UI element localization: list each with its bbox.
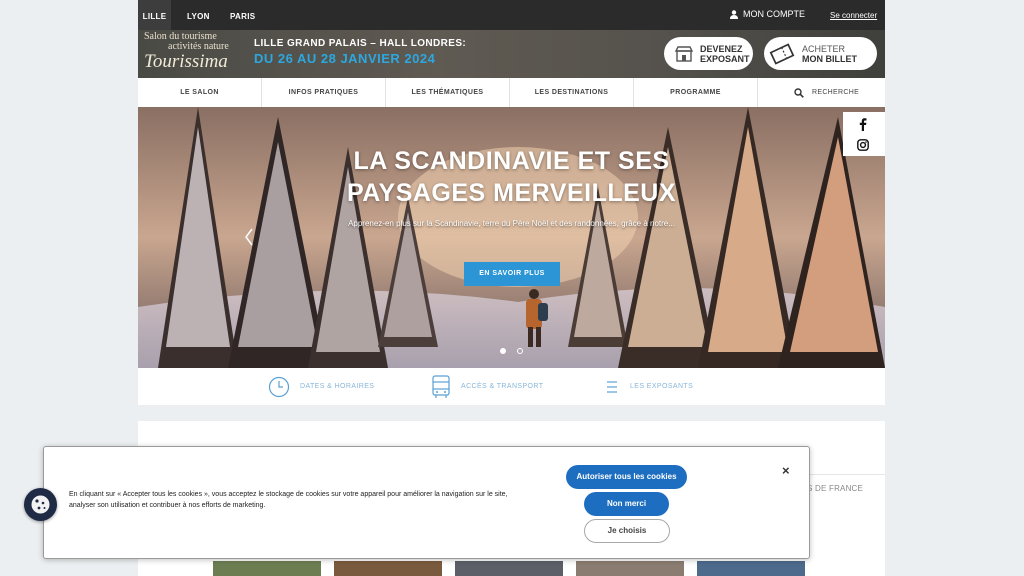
decline-cookies-button[interactable]: Non merci <box>584 492 669 516</box>
destination-thumbnail-1[interactable] <box>213 561 321 576</box>
hero-title: LA SCANDINAVIE ET SES PAYSAGES MERVEILLE… <box>138 145 885 209</box>
logo-brand: Tourissima <box>144 51 228 72</box>
access-transport-link[interactable]: ACCÈS & TRANSPORT <box>431 368 543 405</box>
slide-dot-1[interactable] <box>500 348 506 354</box>
event-venue: LILLE GRAND PALAIS – HALL LONDRES: <box>254 38 467 49</box>
social-links <box>843 112 885 156</box>
store-icon <box>674 45 694 62</box>
exhibitor-line-1: DEVENEZ <box>700 43 743 54</box>
top-bar: LILLE LYON PARIS MON COMPTE Se connecter <box>138 0 885 30</box>
destination-thumbnail-3[interactable] <box>455 561 563 576</box>
main-nav: LE SALON INFOS PRATIQUES LES THÉMATIQUES… <box>138 78 885 108</box>
login-link[interactable]: Se connecter <box>830 11 877 20</box>
city-tab-lille[interactable]: LILLE <box>138 0 171 30</box>
hero-title-line-2: PAYSAGES MERVEILLEUX <box>346 179 677 207</box>
search-icon <box>794 87 804 98</box>
event-dates: DU 26 AU 28 JANVIER 2024 <box>254 51 436 66</box>
nav-infos-pratiques[interactable]: INFOS PRATIQUES <box>262 78 386 107</box>
search-label: RECHERCHE <box>812 89 860 96</box>
city-tab-lyon[interactable]: LYON <box>187 0 210 30</box>
exhibitor-line-2: EXPOSANT <box>700 53 750 64</box>
user-icon <box>730 9 738 19</box>
destination-tab-label[interactable]: TS DE FRANCE <box>802 484 863 493</box>
facebook-icon[interactable] <box>859 118 867 131</box>
dates-hours-label: DATES & HORAIRES <box>300 383 375 390</box>
become-exhibitor-button[interactable]: DEVENEZ EXPOSANT <box>664 37 753 70</box>
cookie-settings-button[interactable] <box>24 488 57 521</box>
site-logo[interactable]: Salon du tourisme activités nature Touri… <box>144 32 248 74</box>
info-bar: DATES & HORAIRES ACCÈS & TRANSPORT LES E… <box>138 368 885 405</box>
choose-cookies-button[interactable]: Je choisis <box>584 519 670 543</box>
access-transport-label: ACCÈS & TRANSPORT <box>461 383 544 390</box>
exhibitors-link[interactable]: LES EXPOSANTS <box>604 368 693 405</box>
clock-icon <box>268 376 290 397</box>
chevron-left-icon[interactable] <box>244 227 254 251</box>
slide-dot-2[interactable] <box>517 348 523 354</box>
bus-icon <box>432 374 450 398</box>
ticket-line-1: ACHETER <box>802 43 846 54</box>
event-banner: Salon du tourisme activités nature Touri… <box>138 30 885 78</box>
account-label: MON COMPTE <box>743 9 805 19</box>
cookie-icon <box>31 495 50 514</box>
city-tab-paris[interactable]: PARIS <box>230 0 255 30</box>
learn-more-button[interactable]: EN SAVOIR PLUS <box>464 262 560 286</box>
close-icon[interactable]: × <box>782 463 790 478</box>
exhibitors-label: LES EXPOSANTS <box>630 383 694 390</box>
instagram-icon[interactable] <box>857 139 869 151</box>
nav-le-salon[interactable]: LE SALON <box>138 78 262 107</box>
nav-programme[interactable]: PROGRAMME <box>634 78 758 107</box>
hero-slider: LA SCANDINAVIE ET SES PAYSAGES MERVEILLE… <box>138 107 885 368</box>
account-link[interactable]: MON COMPTE <box>730 9 805 19</box>
nav-thematiques[interactable]: LES THÉMATIQUES <box>386 78 510 107</box>
list-icon <box>607 380 617 393</box>
buy-ticket-button[interactable]: ACHETER MON BILLET <box>764 37 877 70</box>
destination-thumbnail-4[interactable] <box>576 561 684 576</box>
hero-subtitle: Apprenez-en plus sur la Scandinavie, ter… <box>348 219 675 228</box>
nav-destinations[interactable]: LES DESTINATIONS <box>510 78 634 107</box>
ticket-icon <box>769 42 795 65</box>
cookie-message: En cliquant sur « Accepter tous les cook… <box>69 491 508 509</box>
search-button[interactable]: RECHERCHE <box>758 78 885 107</box>
cookie-consent-banner: En cliquant sur « Accepter tous les cook… <box>43 446 810 559</box>
hero-title-line-1: LA SCANDINAVIE ET SES <box>353 147 670 175</box>
destination-thumbnail-2[interactable] <box>334 561 442 576</box>
destination-thumbnail-5[interactable] <box>697 561 805 576</box>
ticket-line-2: MON BILLET <box>802 53 857 64</box>
dates-hours-link[interactable]: DATES & HORAIRES <box>268 368 374 405</box>
accept-all-cookies-button[interactable]: Autoriser tous les cookies <box>566 465 687 489</box>
